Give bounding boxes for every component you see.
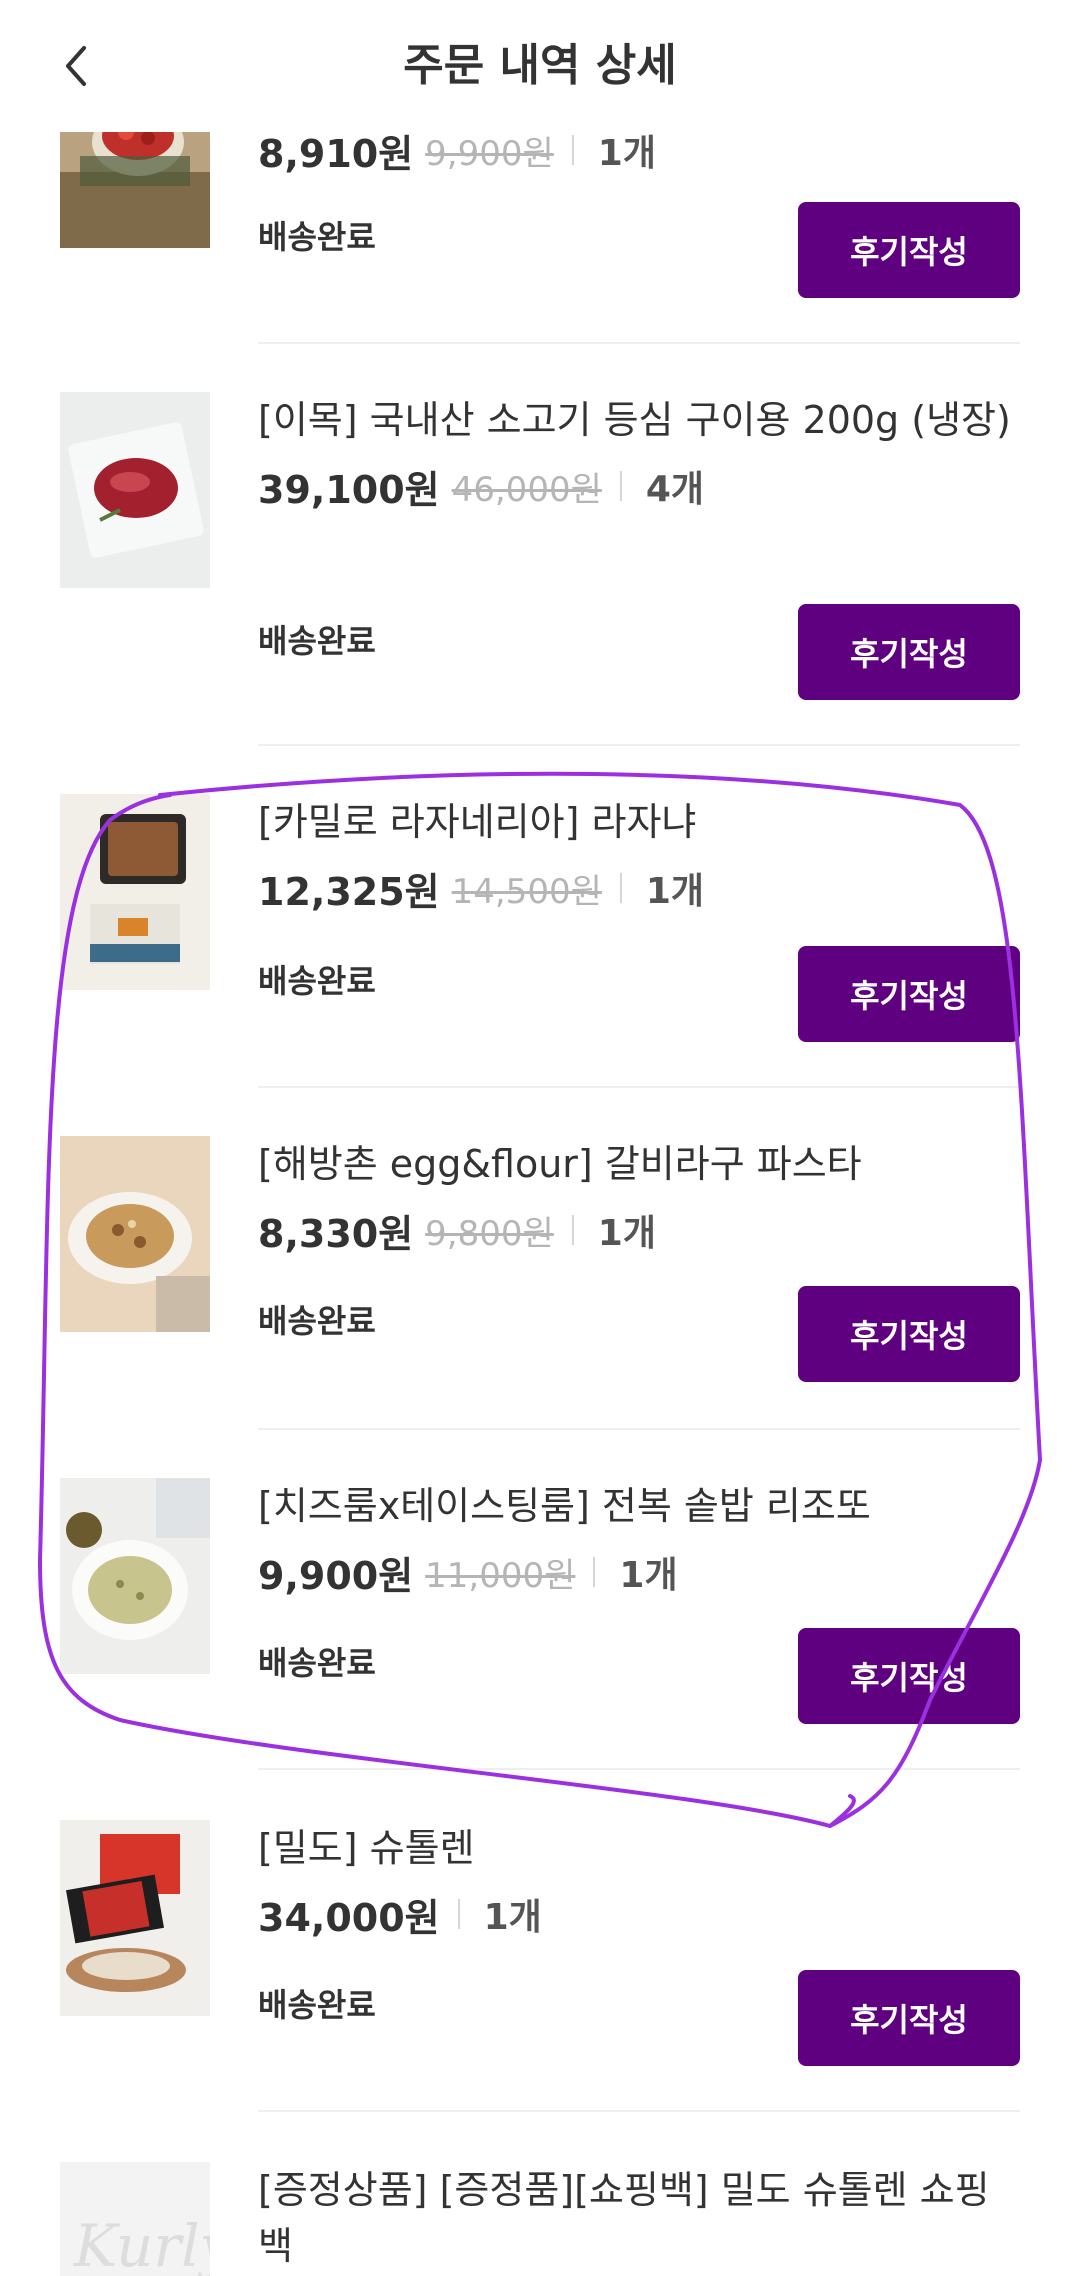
page-title: 주문 내역 상세 xyxy=(403,40,677,91)
sale-price: 39,100원 xyxy=(258,467,440,512)
sale-price: 8,330원 xyxy=(258,1211,414,1256)
product-thumbnail[interactable] xyxy=(60,794,210,990)
original-price: 9,800원 xyxy=(425,1213,554,1254)
divider xyxy=(619,471,622,501)
item-divider xyxy=(258,1086,1020,1088)
product-name[interactable]: [해방촌 egg&flour] 갈비라구 파스타 xyxy=(258,1136,1020,1192)
product-thumbnail[interactable] xyxy=(60,392,210,588)
divider xyxy=(457,1899,460,1929)
sale-price: 34,000원 xyxy=(258,1895,440,1940)
product-thumbnail[interactable] xyxy=(60,1478,210,1674)
product-thumbnail[interactable] xyxy=(60,1820,210,2016)
divider xyxy=(571,135,574,165)
write-review-button[interactable]: 후기작성 xyxy=(798,1970,1020,2066)
app-header: 주문 내역 상세 xyxy=(0,0,1080,132)
item-divider xyxy=(258,1768,1020,1770)
quantity: 4개 xyxy=(645,469,705,510)
delivery-status: 배송완료 xyxy=(258,1302,376,1340)
product-name[interactable]: [밀도] 슈톨렌 xyxy=(258,1820,1020,1876)
quantity: 1개 xyxy=(597,1213,656,1254)
product-thumbnail[interactable]: Kurly xyxy=(60,2162,210,2276)
divider xyxy=(571,1215,574,1245)
original-price: 46,000원 xyxy=(451,469,602,510)
delivery-status: 배송완료 xyxy=(258,962,376,1000)
order-item-list: 8,910원 9,900원 1개 배송완료 후기작성 [이목] 국내산 소고기 … xyxy=(0,0,1080,2276)
original-price: 14,500원 xyxy=(451,871,602,912)
item-divider xyxy=(258,744,1020,746)
item-divider xyxy=(258,1428,1020,1430)
sale-price: 9,900원 xyxy=(258,1553,414,1598)
divider xyxy=(593,1557,596,1587)
kurly-logo-text: Kurly xyxy=(73,2212,210,2276)
sale-price: 12,325원 xyxy=(258,869,440,914)
write-review-button[interactable]: 후기작성 xyxy=(798,202,1020,298)
divider xyxy=(619,873,622,903)
item-divider xyxy=(258,342,1020,344)
delivery-status: 배송완료 xyxy=(258,218,376,256)
delivery-status: 배송완료 xyxy=(258,1644,376,1682)
write-review-button[interactable]: 후기작성 xyxy=(798,946,1020,1042)
product-thumbnail[interactable] xyxy=(60,1136,210,1332)
quantity: 1개 xyxy=(619,1555,678,1596)
write-review-button[interactable]: 후기작성 xyxy=(798,1286,1020,1382)
write-review-button[interactable]: 후기작성 xyxy=(798,1628,1020,1724)
quantity: 1개 xyxy=(483,1897,542,1938)
product-name[interactable]: [카밀로 라자네리아] 라자냐 xyxy=(258,794,1020,850)
product-name[interactable]: [증정상품] [증정품][쇼핑백] 밀도 슈톨렌 쇼핑백 xyxy=(258,2162,1020,2274)
original-price: 9,900원 xyxy=(425,133,554,174)
original-price: 11,000원 xyxy=(425,1555,576,1596)
delivery-status: 배송완료 xyxy=(258,1986,376,2024)
product-name[interactable]: [이목] 국내산 소고기 등심 구이용 200g (냉장) xyxy=(258,392,1020,448)
item-divider xyxy=(258,2110,1020,2112)
write-review-button[interactable]: 후기작성 xyxy=(798,604,1020,700)
quantity: 1개 xyxy=(645,871,705,912)
delivery-status: 배송완료 xyxy=(258,622,376,660)
product-name[interactable]: [치즈룸x테이스팅룸] 전복 솥밥 리조또 xyxy=(258,1478,1020,1534)
